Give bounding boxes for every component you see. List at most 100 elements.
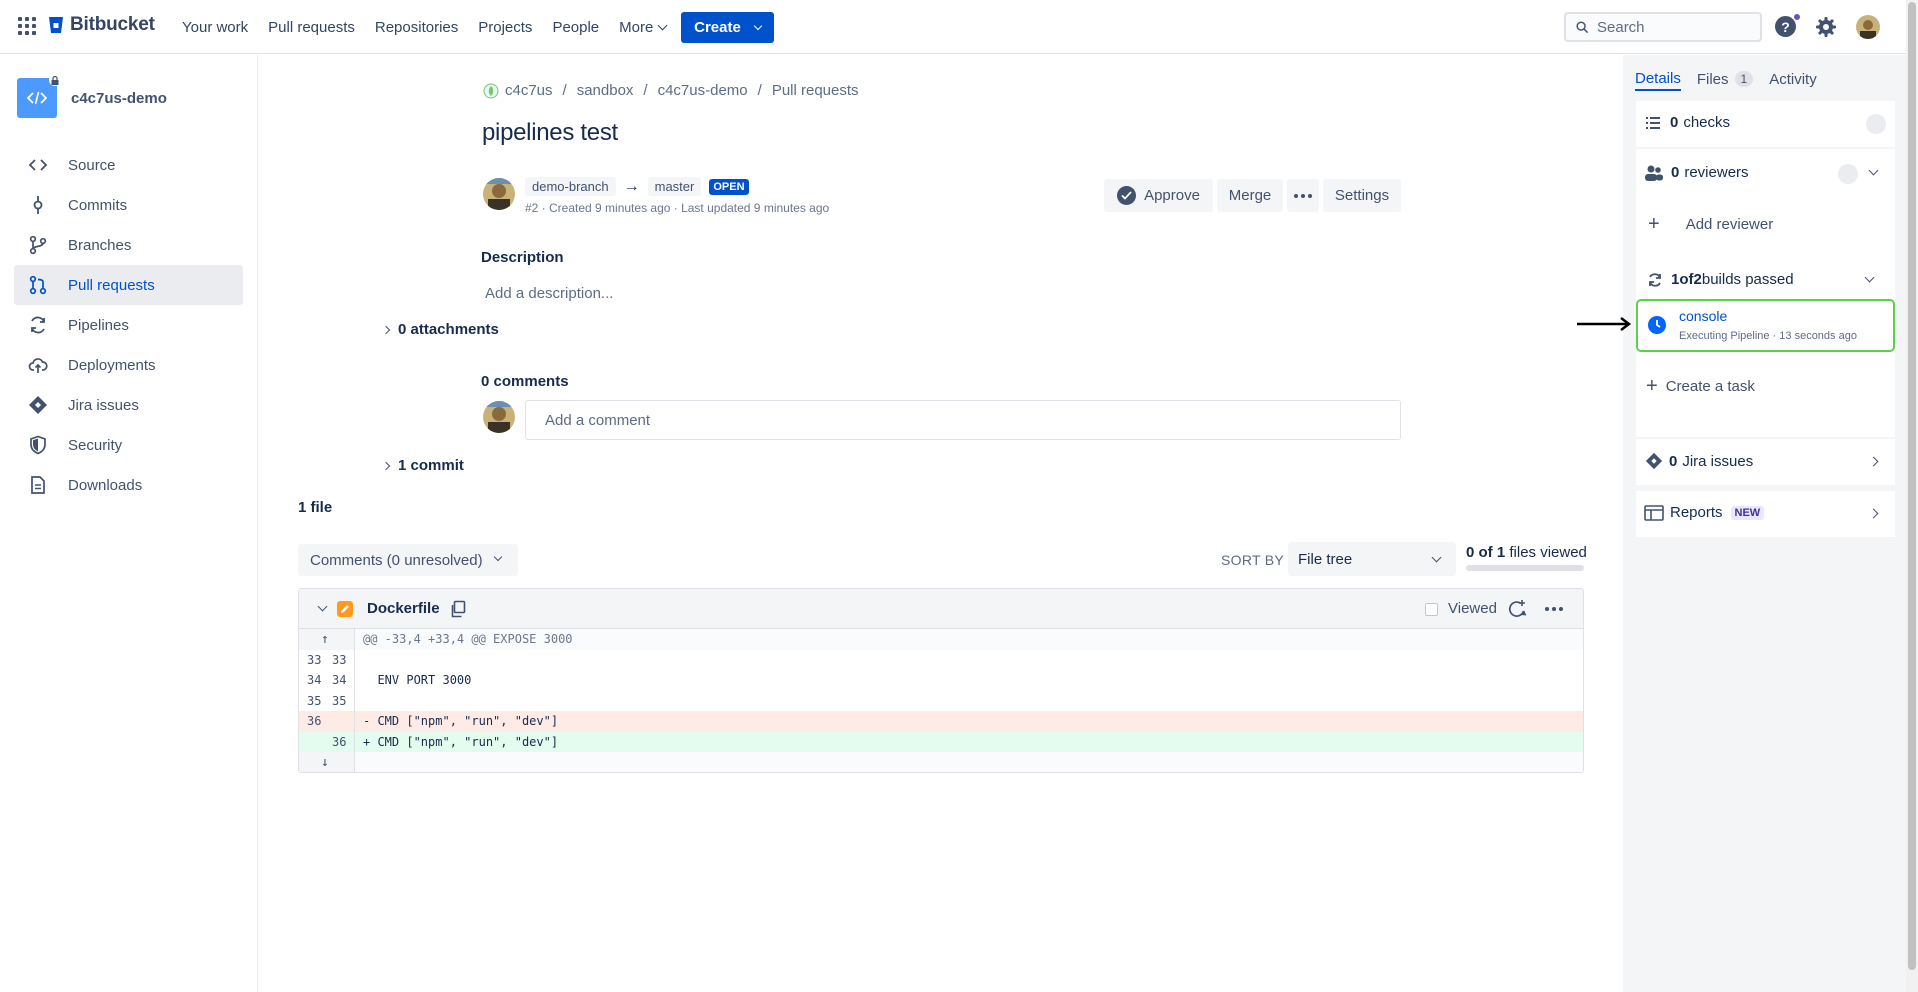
- nav-repositories[interactable]: Repositories: [365, 19, 468, 36]
- document-icon: [31, 476, 45, 494]
- sidebar-item-branches[interactable]: Branches: [14, 225, 243, 265]
- merge-button[interactable]: Merge: [1217, 179, 1283, 212]
- search-icon: [1576, 20, 1589, 33]
- expand-up-gutter[interactable]: ↑: [299, 629, 355, 650]
- breadcrumb-repo[interactable]: c4c7us-demo: [658, 82, 748, 99]
- diff-line: 35 35: [299, 690, 1583, 711]
- scrollbar-thumb[interactable]: [1908, 2, 1916, 970]
- jira-icon: [1645, 452, 1663, 470]
- create-button[interactable]: Create: [681, 12, 774, 43]
- attachments-toggle[interactable]: 0 attachments: [381, 321, 499, 338]
- breadcrumb-pull-requests[interactable]: Pull requests: [772, 82, 859, 99]
- reports-row: Reports NEW: [1636, 504, 1895, 521]
- sort-value: File tree: [1298, 550, 1353, 568]
- sidebar-item-pipelines[interactable]: Pipelines: [14, 305, 243, 345]
- viewed-checkbox[interactable]: [1425, 603, 1438, 616]
- build-name[interactable]: console: [1679, 308, 1727, 324]
- comments-filter-dropdown[interactable]: Comments (0 unresolved): [298, 544, 518, 576]
- diff-file-name[interactable]: Dockerfile: [367, 600, 440, 617]
- search-input[interactable]: [1597, 18, 1747, 36]
- jira-issues-card[interactable]: 0 Jira issues: [1636, 439, 1895, 485]
- tab-details[interactable]: Details: [1635, 67, 1681, 91]
- old-line-number: 35: [307, 693, 322, 708]
- sidebar-item-source[interactable]: Source: [14, 145, 243, 185]
- reviewers-label: reviewers: [1684, 164, 1749, 181]
- tab-details-label: Details: [1635, 69, 1681, 87]
- repo-nav: Source Commits Branches Pull requests Pi…: [14, 145, 243, 505]
- expand-down-gutter[interactable]: ↓: [299, 752, 355, 772]
- pr-sidebar: Details Files 1 Activity 0 checks 0 reviewe…: [1623, 55, 1906, 992]
- copy-icon[interactable]: [449, 600, 467, 618]
- expand-down-row: ↓: [299, 752, 1583, 772]
- sidebar-item-label: Pipelines: [68, 316, 129, 334]
- nav-more-label: More: [619, 18, 654, 36]
- line-numbers: 34 34: [299, 670, 355, 691]
- sidebar-item-label: Source: [68, 156, 116, 174]
- comment-input[interactable]: [525, 400, 1401, 440]
- code-icon: [28, 159, 48, 171]
- checks-card[interactable]: 0 checks: [1636, 101, 1895, 147]
- new-line-number: 34: [332, 673, 347, 688]
- nav-projects[interactable]: Projects: [468, 19, 542, 36]
- reviewers-status-icon: [1838, 164, 1858, 184]
- builds-label: builds passed: [1701, 271, 1794, 288]
- jira-label: Jira issues: [1682, 452, 1754, 470]
- breadcrumb-workspace[interactable]: c4c7us: [505, 82, 553, 99]
- sidebar-item-commits[interactable]: Commits: [14, 185, 243, 225]
- gear-icon[interactable]: [1814, 15, 1838, 39]
- add-reviewer-button[interactable]: + Add reviewer: [1636, 213, 1895, 236]
- comment-avatar: [483, 401, 515, 433]
- builds-row[interactable]: 1 of 2 builds passed: [1636, 271, 1895, 288]
- avatar-image: [483, 401, 515, 433]
- arrow-right-icon: →: [623, 177, 640, 195]
- sidebar-item-label: Downloads: [68, 476, 143, 494]
- source-branch[interactable]: demo-branch: [525, 177, 616, 196]
- pr-actions: Approve Merge Settings: [1104, 179, 1401, 212]
- approve-button[interactable]: Approve: [1104, 179, 1213, 212]
- sidebar-item-downloads[interactable]: Downloads: [14, 465, 243, 505]
- add-comment-icon[interactable]: [1507, 599, 1527, 619]
- reports-card[interactable]: Reports NEW: [1636, 491, 1895, 537]
- nav-pull-requests[interactable]: Pull requests: [258, 19, 365, 36]
- user-avatar[interactable]: [1856, 15, 1880, 39]
- sidebar-item-jira-issues[interactable]: Jira issues: [14, 385, 243, 425]
- sidebar-item-label: Security: [68, 436, 123, 454]
- build-item-console[interactable]: console Executing Pipeline · 13 seconds …: [1636, 299, 1895, 352]
- tab-activity[interactable]: Activity: [1769, 67, 1817, 91]
- more-icon[interactable]: [1543, 601, 1565, 617]
- files-count-badge: 1: [1734, 71, 1754, 87]
- checks-label: checks: [1683, 114, 1731, 131]
- nav-your-work[interactable]: Your work: [182, 19, 258, 36]
- line-code: ENV PORT 3000: [363, 673, 472, 688]
- commits-toggle[interactable]: 1 commit: [381, 457, 464, 474]
- bitbucket-logo[interactable]: Bitbucket: [48, 14, 155, 36]
- search-box[interactable]: [1564, 12, 1762, 42]
- collapse-chevron-icon[interactable]: [317, 601, 328, 612]
- old-line-number: 36: [307, 714, 322, 729]
- sidebar-item-pull-requests[interactable]: Pull requests: [14, 265, 243, 305]
- new-line-number: 36: [332, 734, 347, 749]
- clock-icon: [1648, 316, 1666, 334]
- app-switcher-icon[interactable]: [18, 17, 36, 35]
- code-repo-icon: [27, 91, 47, 105]
- reports-icon: [1644, 504, 1664, 521]
- more-actions-button[interactable]: [1287, 179, 1319, 212]
- shield-icon: [30, 435, 46, 455]
- top-navigation: Bitbucket Your work Pull requests Reposi…: [0, 0, 1906, 54]
- tab-files[interactable]: Files 1: [1697, 67, 1754, 91]
- avatar-image: [1856, 15, 1880, 39]
- sort-select[interactable]: File tree: [1288, 542, 1456, 576]
- sidebar-item-security[interactable]: Security: [14, 425, 243, 465]
- target-branch[interactable]: master: [647, 177, 702, 196]
- settings-button[interactable]: Settings: [1323, 179, 1401, 212]
- nav-people[interactable]: People: [542, 19, 609, 36]
- sidebar-item-deployments[interactable]: Deployments: [14, 345, 243, 385]
- create-task-button[interactable]: + Create a task: [1636, 375, 1895, 398]
- nav-more-dropdown[interactable]: More: [609, 19, 676, 36]
- breadcrumb-project[interactable]: sandbox: [577, 82, 634, 99]
- commit-icon: [33, 196, 43, 214]
- repo-header[interactable]: c4c7us-demo: [17, 74, 167, 118]
- description-editor[interactable]: Add a description...: [485, 285, 613, 302]
- repo-avatar: [17, 74, 61, 118]
- author-avatar[interactable]: [483, 178, 515, 210]
